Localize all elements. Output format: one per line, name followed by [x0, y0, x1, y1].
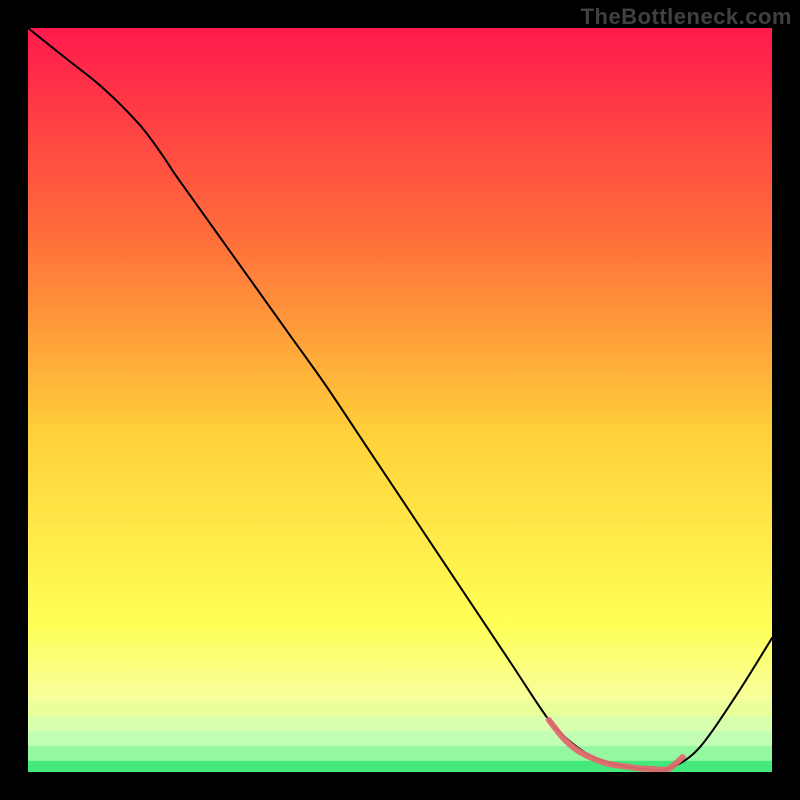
watermark-text: TheBottleneck.com	[581, 4, 792, 30]
gradient-background	[28, 28, 772, 772]
gradient-band	[28, 746, 772, 762]
chart-svg	[28, 28, 772, 772]
gradient-band	[28, 731, 772, 747]
chart-container: TheBottleneck.com	[0, 0, 800, 800]
gradient-band	[28, 701, 772, 717]
gradient-band	[28, 716, 772, 732]
plot-area	[28, 28, 772, 772]
